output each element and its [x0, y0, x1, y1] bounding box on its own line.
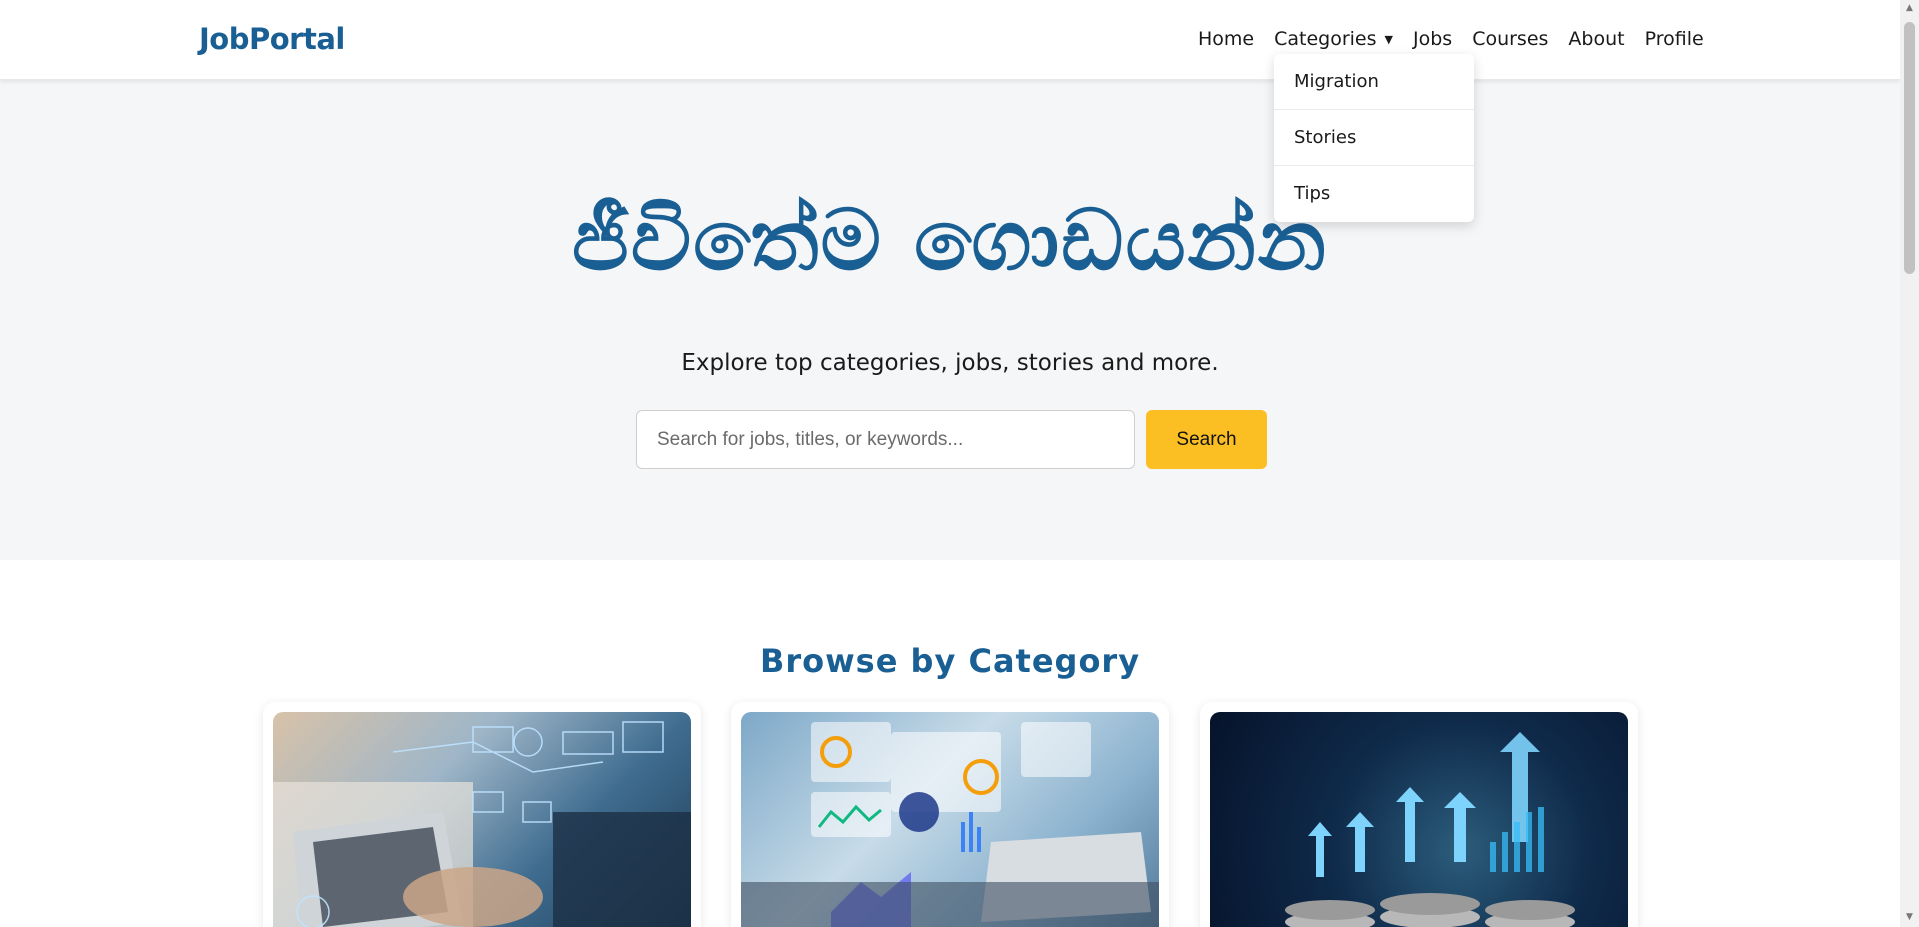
- page-scrollbar[interactable]: ▲ ▼: [1900, 0, 1919, 927]
- category-card[interactable]: [731, 702, 1169, 927]
- section-title-browse: Browse by Category: [759, 642, 1141, 680]
- scroll-up-icon[interactable]: ▲: [1904, 3, 1915, 13]
- hero-title: ජීවිතේම ගොඩයන්න: [571, 191, 1329, 289]
- nav-links: Home Categories ▼ Jobs Courses About Prof…: [1198, 28, 1704, 50]
- caret-down-icon: ▼: [1384, 33, 1393, 46]
- categories-dropdown: Migration Stories Tips: [1274, 54, 1474, 222]
- nav-categories[interactable]: Categories ▼: [1274, 28, 1393, 50]
- hero-subtitle: Explore top categories, jobs, stories an…: [681, 350, 1219, 376]
- nav-courses[interactable]: Courses: [1472, 28, 1548, 50]
- navbar: JobPortal Home Categories ▼ Jobs Courses …: [0, 0, 1900, 80]
- scrollbar-thumb[interactable]: [1904, 22, 1915, 274]
- scroll-down-icon[interactable]: ▼: [1904, 912, 1915, 922]
- laptop-tech-illustration: [273, 721, 691, 927]
- dropdown-item-tips[interactable]: Tips: [1274, 166, 1474, 222]
- brand-logo[interactable]: JobPortal: [199, 22, 345, 56]
- hero-section: ජීවිතේම ගොඩයන්න Explore top categories, …: [0, 80, 1900, 560]
- category-card[interactable]: [1200, 702, 1638, 927]
- nav-profile[interactable]: Profile: [1645, 28, 1704, 50]
- dropdown-item-stories[interactable]: Stories: [1274, 110, 1474, 166]
- nav-jobs[interactable]: Jobs: [1413, 28, 1452, 50]
- finance-growth-illustration: [1285, 732, 1575, 927]
- category-image: [1210, 712, 1628, 927]
- analytics-dashboard-illustration: [741, 722, 1159, 927]
- category-card[interactable]: [263, 702, 701, 927]
- category-image: [741, 712, 1159, 927]
- category-image: [273, 712, 691, 927]
- search-input[interactable]: [636, 410, 1135, 469]
- page: JobPortal Home Categories ▼ Jobs Courses …: [0, 0, 1900, 927]
- dropdown-item-migration[interactable]: Migration: [1274, 54, 1474, 110]
- nav-categories-label: Categories: [1274, 28, 1377, 50]
- nav-home[interactable]: Home: [1198, 28, 1254, 50]
- search-button[interactable]: Search: [1146, 410, 1267, 469]
- nav-about[interactable]: About: [1568, 28, 1624, 50]
